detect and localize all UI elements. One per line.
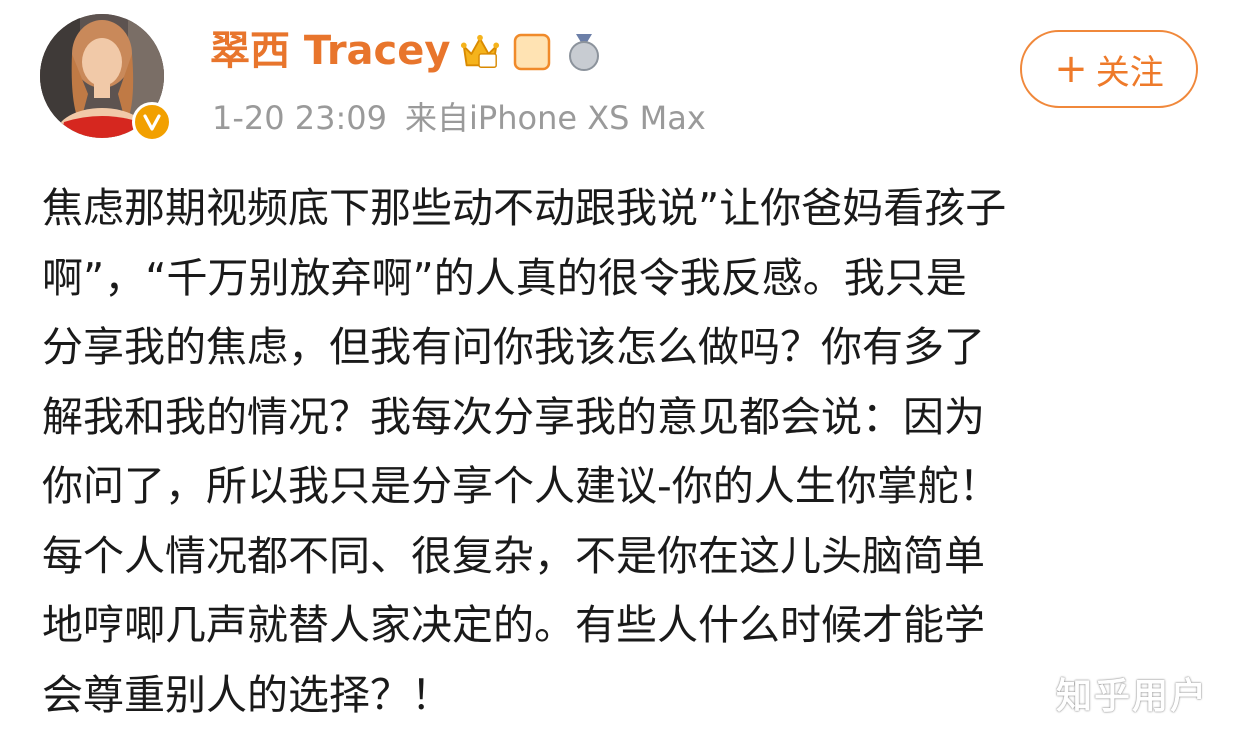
post-text-line: 分享我的焦虑，但我有问你我该怎么做吗？你有多了	[42, 323, 985, 371]
crown-badge-icon[interactable]	[460, 32, 500, 72]
post-text-line: 每个人情况都不同、很复杂，不是你在这儿头脑简单	[42, 531, 985, 580]
post-text-line: 你问了，所以我只是分享个人建议-你的人生你掌舵！	[42, 462, 1000, 510]
post-text-line: 解我和我的情况？我每次分享我的意见都会说：因为	[42, 392, 985, 441]
verified-v-icon	[132, 102, 172, 142]
avatar[interactable]	[40, 14, 172, 142]
post-header: 翠西 Tracey 1-20 23:09 来自iPhone XS Max + 关…	[0, 0, 1242, 160]
yun-badge-icon[interactable]	[512, 32, 552, 72]
post-meta: 1-20 23:09 来自iPhone XS Max	[212, 96, 706, 140]
post-source: 来自iPhone XS Max	[405, 99, 706, 137]
post-body: 焦虑那期视频底下那些动不动跟我说”让你爸妈看孩子 啊”，“千万别放弃啊”的人真的…	[42, 174, 1212, 730]
user-badges	[460, 28, 604, 76]
author-name[interactable]: 翠西 Tracey	[210, 26, 450, 76]
post-text-line: 地哼唧几声就替人家决定的。有些人什么时候才能学	[42, 601, 985, 649]
post-text-line: 会尊重别人的选择？！	[42, 670, 452, 719]
medal-badge-icon[interactable]	[564, 32, 604, 72]
post-timestamp: 1-20 23:09	[212, 99, 388, 137]
plus-icon: +	[1054, 46, 1088, 92]
post-text-line: 焦虑那期视频底下那些动不动跟我说”让你爸妈看孩子	[42, 184, 1007, 232]
watermark: 知乎用户	[1055, 676, 1208, 717]
post-text-line: 啊”，“千万别放弃啊”的人真的很令我反感。我只是	[42, 253, 967, 302]
follow-label: 关注	[1095, 52, 1164, 93]
follow-button[interactable]: + 关注	[1020, 30, 1198, 108]
